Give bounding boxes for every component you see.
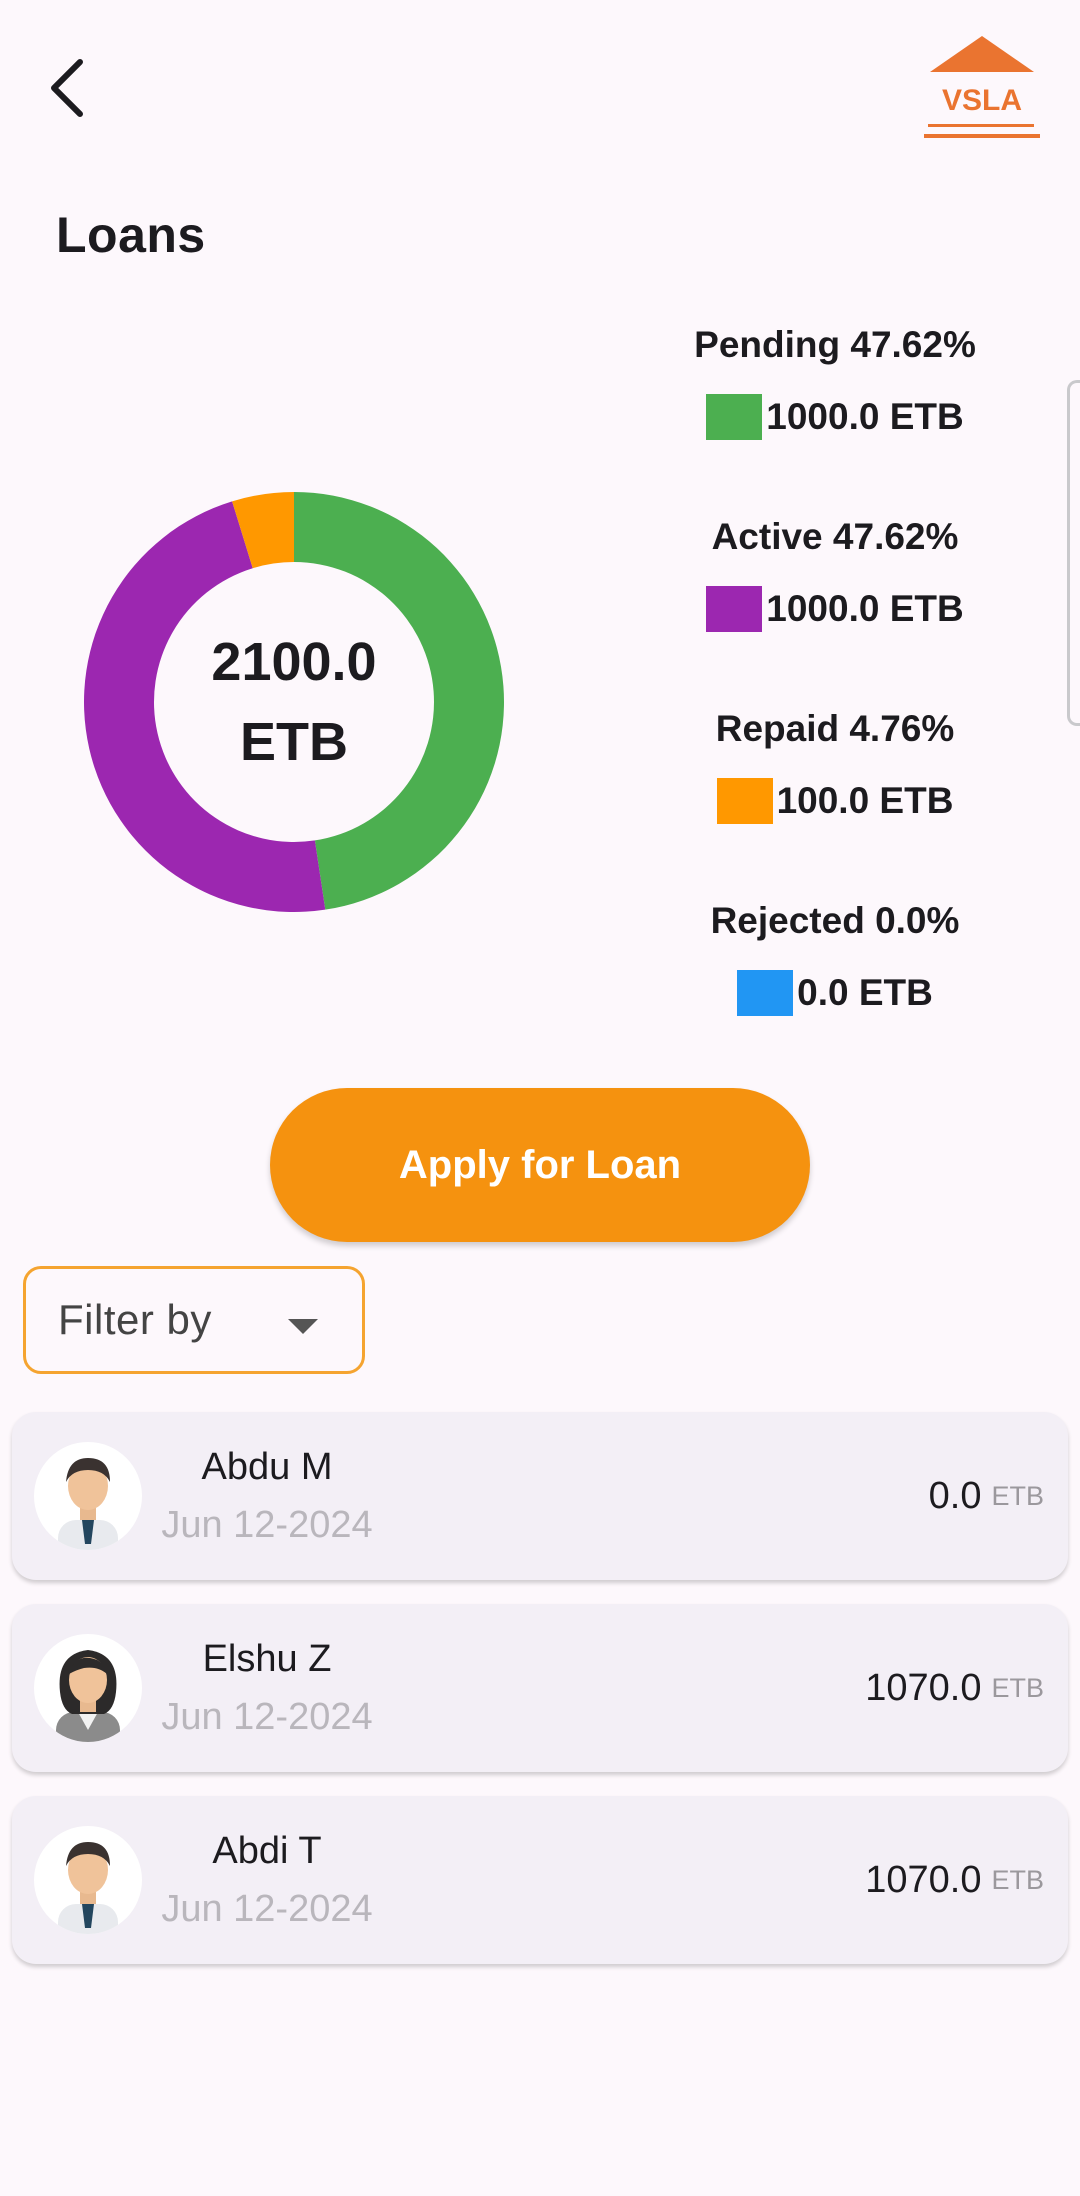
back-button[interactable] — [36, 50, 100, 126]
legend-value: 100.0 ETB — [776, 780, 954, 821]
borrower-name: Abdu M — [201, 1446, 333, 1488]
male-avatar-icon — [34, 1442, 142, 1550]
legend-label: Rejected 0.0% — [710, 900, 960, 941]
donut-total-amount: 2100.0 — [211, 632, 377, 692]
legend-item-rejected: Rejected 0.0% 0.0 ETB — [650, 888, 1020, 1080]
page-title: Loans — [56, 207, 206, 263]
legend-label: Active 47.62% — [711, 516, 959, 557]
donut-center-total: 2100.0 ETB — [84, 492, 504, 912]
borrower-name: Elshu Z — [202, 1638, 332, 1680]
caret-down-icon — [288, 1319, 318, 1334]
legend-item-pending: Pending 47.62% 1000.0 ETB — [650, 312, 1020, 504]
loan-date: Jun 12-2024 — [161, 1696, 373, 1738]
logo-text: VSLA — [942, 84, 1022, 117]
loan-date: Jun 12-2024 — [161, 1888, 373, 1930]
scroll-indicator[interactable] — [1067, 380, 1080, 726]
legend-item-repaid: Repaid 4.76% 100.0 ETB — [650, 696, 1020, 888]
legend-swatch — [737, 970, 794, 1016]
filter-dropdown[interactable]: Filter by — [23, 1266, 365, 1374]
chart-legend: Pending 47.62% 1000.0 ETB Active 47.62% … — [650, 312, 1020, 1080]
loan-amount: 1070.0 — [865, 1858, 982, 1901]
borrower-name: Abdi T — [212, 1830, 322, 1872]
loan-date: Jun 12-2024 — [161, 1504, 373, 1546]
loan-amount: 0.0 — [928, 1474, 982, 1517]
legend-item-active: Active 47.62% 1000.0 ETB — [650, 504, 1020, 696]
legend-swatch — [706, 394, 763, 440]
loan-currency: ETB — [991, 1864, 1044, 1895]
legend-label: Repaid 4.76% — [715, 708, 955, 749]
legend-value: 1000.0 ETB — [766, 396, 964, 437]
filter-label: Filter by — [58, 1296, 212, 1343]
legend-value: 1000.0 ETB — [766, 588, 964, 629]
vsla-logo: VSLA — [918, 30, 1046, 146]
female-avatar-icon — [34, 1634, 142, 1742]
legend-swatch — [706, 586, 763, 632]
legend-label: Pending 47.62% — [694, 324, 976, 365]
male-avatar-icon — [34, 1826, 142, 1934]
loan-list-item[interactable]: Abdu M Jun 12-2024 0.0 ETB — [12, 1412, 1068, 1580]
legend-swatch — [716, 778, 773, 824]
chevron-left-icon — [51, 59, 83, 117]
legend-value: 0.0 ETB — [797, 972, 933, 1013]
loan-currency: ETB — [991, 1480, 1044, 1511]
loan-list-item[interactable]: Abdi T Jun 12-2024 1070.0 ETB — [12, 1796, 1068, 1964]
loan-list-item[interactable]: Elshu Z Jun 12-2024 1070.0 ETB — [12, 1604, 1068, 1772]
loan-amount: 1070.0 — [865, 1666, 982, 1709]
donut-total-currency: ETB — [240, 712, 348, 772]
apply-for-loan-button[interactable]: Apply for Loan — [270, 1088, 810, 1242]
loan-currency: ETB — [991, 1672, 1044, 1703]
